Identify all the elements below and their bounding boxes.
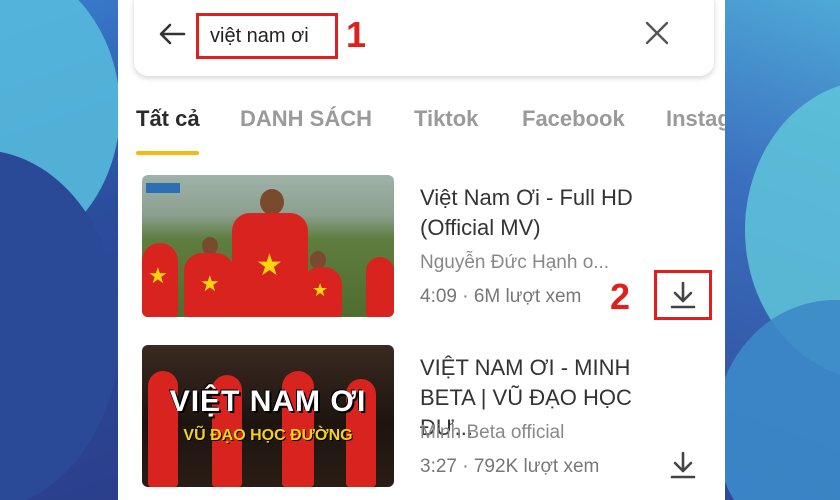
tab-playlist[interactable]: DANH SÁCH	[240, 106, 372, 132]
search-header: việt nam ơi 1	[118, 0, 725, 84]
download-button[interactable]	[654, 440, 712, 490]
star-icon: ★	[256, 249, 283, 282]
tab-all[interactable]: Tất cả	[136, 106, 200, 132]
figure-shirt	[366, 257, 394, 317]
list-item[interactable]: VIỆT NAM ƠI VŨ ĐẠO HỌC ĐƯỜNG VIỆT NAM ƠI…	[118, 342, 725, 492]
channel-name: Nguyễn Đức Hạnh o...	[420, 252, 610, 273]
step-marker-2: 2	[610, 276, 631, 317]
background-right	[725, 0, 840, 500]
step-marker-1: 1	[346, 14, 367, 55]
thumbnail-subtitle: VŨ ĐẠO HỌC ĐƯỜNG	[183, 427, 353, 444]
channel-name: Minh Beta official	[420, 422, 565, 443]
app-screen: việt nam ơi 1 Tất cả DANH SÁCH Tiktok Fa…	[118, 0, 725, 500]
video-meta: 4:09 · 6M lượt xem	[420, 286, 582, 307]
video-thumbnail[interactable]: VIỆT NAM ƠI VŨ ĐẠO HỌC ĐƯỜNG	[142, 345, 394, 487]
tab-tiktok[interactable]: Tiktok	[414, 106, 478, 132]
video-thumbnail[interactable]: ★ ★ ★ ★	[142, 175, 394, 317]
channel-watermark	[146, 183, 180, 193]
figure-head	[260, 189, 284, 215]
search-input[interactable]: việt nam ơi	[196, 13, 338, 59]
tab-facebook[interactable]: Facebook	[522, 106, 625, 132]
close-icon[interactable]	[642, 18, 672, 48]
download-button[interactable]	[654, 270, 712, 320]
tab-instagram[interactable]: Instagram	[666, 106, 725, 132]
active-tab-indicator	[136, 151, 199, 155]
arrow-left-icon[interactable]	[156, 18, 188, 50]
search-query-text: việt nam ơi	[210, 24, 309, 47]
thumbnail-title: VIỆT NAM ƠI	[169, 385, 367, 418]
background-left	[0, 0, 118, 500]
filter-tabs: Tất cả DANH SÁCH Tiktok Facebook Instagr…	[118, 96, 725, 156]
star-icon: ★	[200, 271, 220, 296]
download-icon	[670, 281, 696, 309]
video-title[interactable]: Việt Nam Ơi - Full HD (Official MV)	[420, 183, 690, 243]
video-meta: 3:27 · 792K lượt xem	[420, 456, 600, 477]
star-icon: ★	[312, 280, 329, 300]
download-icon	[670, 451, 696, 479]
list-item[interactable]: ★ ★ ★ ★ Việt Nam Ơi - Full HD (Official …	[118, 172, 725, 322]
star-icon: ★	[148, 263, 168, 288]
